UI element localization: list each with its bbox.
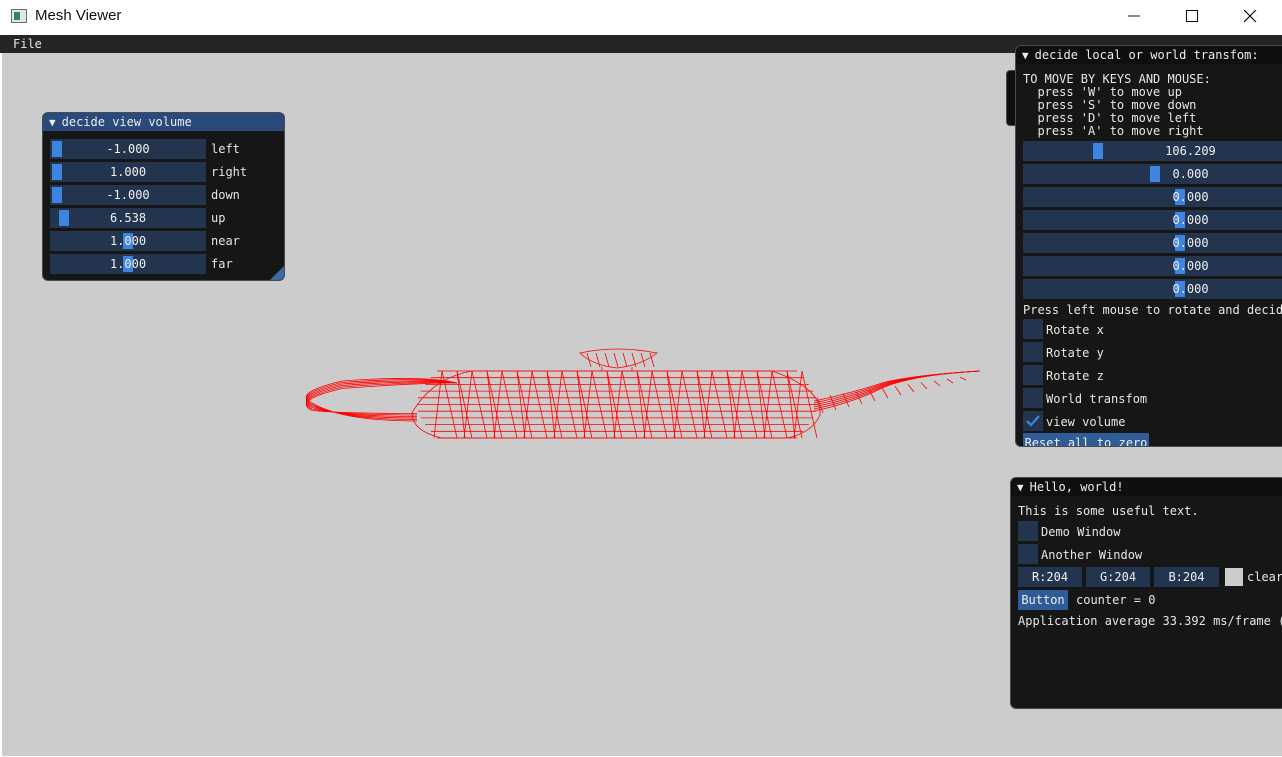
transform-window[interactable]: ▼ decide local or world transfom: TO MOVE… xyxy=(1015,45,1282,447)
collapse-arrow-icon[interactable]: ▼ xyxy=(1022,47,1029,65)
checkbox-label: Demo Window xyxy=(1041,525,1121,539)
slider-value: -1.000 xyxy=(106,188,150,202)
transform-slider[interactable]: 106.209 xyxy=(1023,141,1282,161)
slider-label: near xyxy=(211,234,240,248)
checkbox-view-volume[interactable] xyxy=(1023,411,1043,431)
view-volume-window[interactable]: ▼ decide view volume -1.000 left 1.000 right… xyxy=(42,112,285,281)
maximize-icon xyxy=(1186,10,1198,22)
minimize-icon xyxy=(1128,15,1140,17)
counter-text: counter = 0 xyxy=(1076,593,1156,607)
slider-value: 0.000 xyxy=(1172,213,1209,227)
checkbox-label: Rotate z xyxy=(1046,369,1104,383)
app-icon xyxy=(11,9,27,23)
transform-title: decide local or world transfom: xyxy=(1034,48,1259,62)
slider-value: 0.000 xyxy=(1172,167,1209,181)
clear-color-label: clear xyxy=(1247,570,1282,584)
slider-value: 0.000 xyxy=(1172,259,1209,273)
checkmark-icon xyxy=(1026,415,1040,427)
slider-value: 0.000 xyxy=(1172,190,1209,204)
hello-window[interactable]: ▼ Hello, world! This is some useful text.… xyxy=(1010,477,1282,709)
move-instructions: TO MOVE BY KEYS AND MOUSE: press 'W' to … xyxy=(1023,72,1211,138)
close-button[interactable] xyxy=(1222,0,1280,34)
view-volume-slider-right[interactable]: 1.000 xyxy=(50,162,206,182)
view-volume-slider-left[interactable]: -1.000 xyxy=(50,139,206,159)
red-input[interactable]: R:204 xyxy=(1018,567,1082,587)
transform-slider[interactable]: 0.000 xyxy=(1023,164,1282,184)
transform-slider[interactable]: 0.000 xyxy=(1023,210,1282,230)
hello-title: Hello, world! xyxy=(1029,480,1124,494)
collapse-arrow-icon[interactable]: ▼ xyxy=(1017,479,1024,497)
slider-label: down xyxy=(211,188,240,202)
slider-value: 1.000 xyxy=(109,257,147,271)
view-volume-slider-far[interactable]: 1.000 xyxy=(50,254,206,274)
minimize-button[interactable] xyxy=(1106,0,1164,34)
slider-value: 0.000 xyxy=(1172,282,1209,296)
resize-grip[interactable] xyxy=(270,266,284,280)
checkbox-label: Another Window xyxy=(1041,548,1143,562)
checkbox-rotate-z[interactable] xyxy=(1023,365,1043,385)
checkbox-world-transfom[interactable] xyxy=(1023,388,1043,408)
slider-value: 106.209 xyxy=(1165,144,1216,158)
slider-value: 0.000 xyxy=(1172,236,1209,250)
window-title: Mesh Viewer xyxy=(35,7,122,24)
rotate-hint: Press left mouse to rotate and decide xyxy=(1023,303,1282,317)
transform-slider[interactable]: 0.000 xyxy=(1023,256,1282,276)
view-volume-slider-near[interactable]: 1.000 xyxy=(50,231,206,251)
menu-file[interactable]: File xyxy=(13,37,42,51)
perf-text: Application average 33.392 ms/frame (2 xyxy=(1018,614,1282,628)
slider-value: -1.000 xyxy=(106,142,150,156)
close-icon xyxy=(1244,10,1257,23)
reset-all-button[interactable]: Reset all to zero xyxy=(1023,433,1149,446)
view-volume-title: decide view volume xyxy=(61,115,192,129)
slider-label: far xyxy=(211,257,233,271)
slider-value: 1.000 xyxy=(109,165,147,179)
checkbox-another-window[interactable] xyxy=(1018,544,1038,564)
checkbox-label: World transfom xyxy=(1046,392,1148,406)
transform-slider[interactable]: 0.000 xyxy=(1023,279,1282,299)
green-input[interactable]: G:204 xyxy=(1086,567,1150,587)
clear-color-swatch[interactable] xyxy=(1225,568,1243,586)
view-volume-slider-down[interactable]: -1.000 xyxy=(50,185,206,205)
slider-label: left xyxy=(211,142,240,156)
checkbox-label: view volume xyxy=(1046,415,1126,429)
collapse-arrow-icon[interactable]: ▼ xyxy=(49,114,56,132)
view-volume-window-header[interactable]: ▼ decide view volume xyxy=(43,113,284,131)
view-volume-slider-up[interactable]: 6.538 xyxy=(50,208,206,228)
checkbox-rotate-x[interactable] xyxy=(1023,319,1043,339)
hello-window-header[interactable]: ▼ Hello, world! xyxy=(1011,478,1282,496)
useful-text: This is some useful text. xyxy=(1018,504,1199,518)
transform-slider[interactable]: 0.000 xyxy=(1023,233,1282,253)
slider-label: up xyxy=(211,211,226,225)
slider-label: right xyxy=(211,165,248,179)
slider-value: 6.538 xyxy=(109,211,147,225)
checkbox-rotate-y[interactable] xyxy=(1023,342,1043,362)
maximize-button[interactable] xyxy=(1164,0,1222,34)
slider-value: 1.000 xyxy=(109,234,147,248)
blue-input[interactable]: B:204 xyxy=(1154,567,1219,587)
hello-button[interactable]: Button xyxy=(1018,590,1068,610)
checkbox-demo-window[interactable] xyxy=(1018,521,1038,541)
title-bar: Mesh Viewer xyxy=(0,0,1282,34)
checkbox-label: Rotate y xyxy=(1046,346,1104,360)
transform-slider[interactable]: 0.000 xyxy=(1023,187,1282,207)
transform-window-header[interactable]: ▼ decide local or world transfom: xyxy=(1016,46,1282,64)
checkbox-label: Rotate x xyxy=(1046,323,1104,337)
